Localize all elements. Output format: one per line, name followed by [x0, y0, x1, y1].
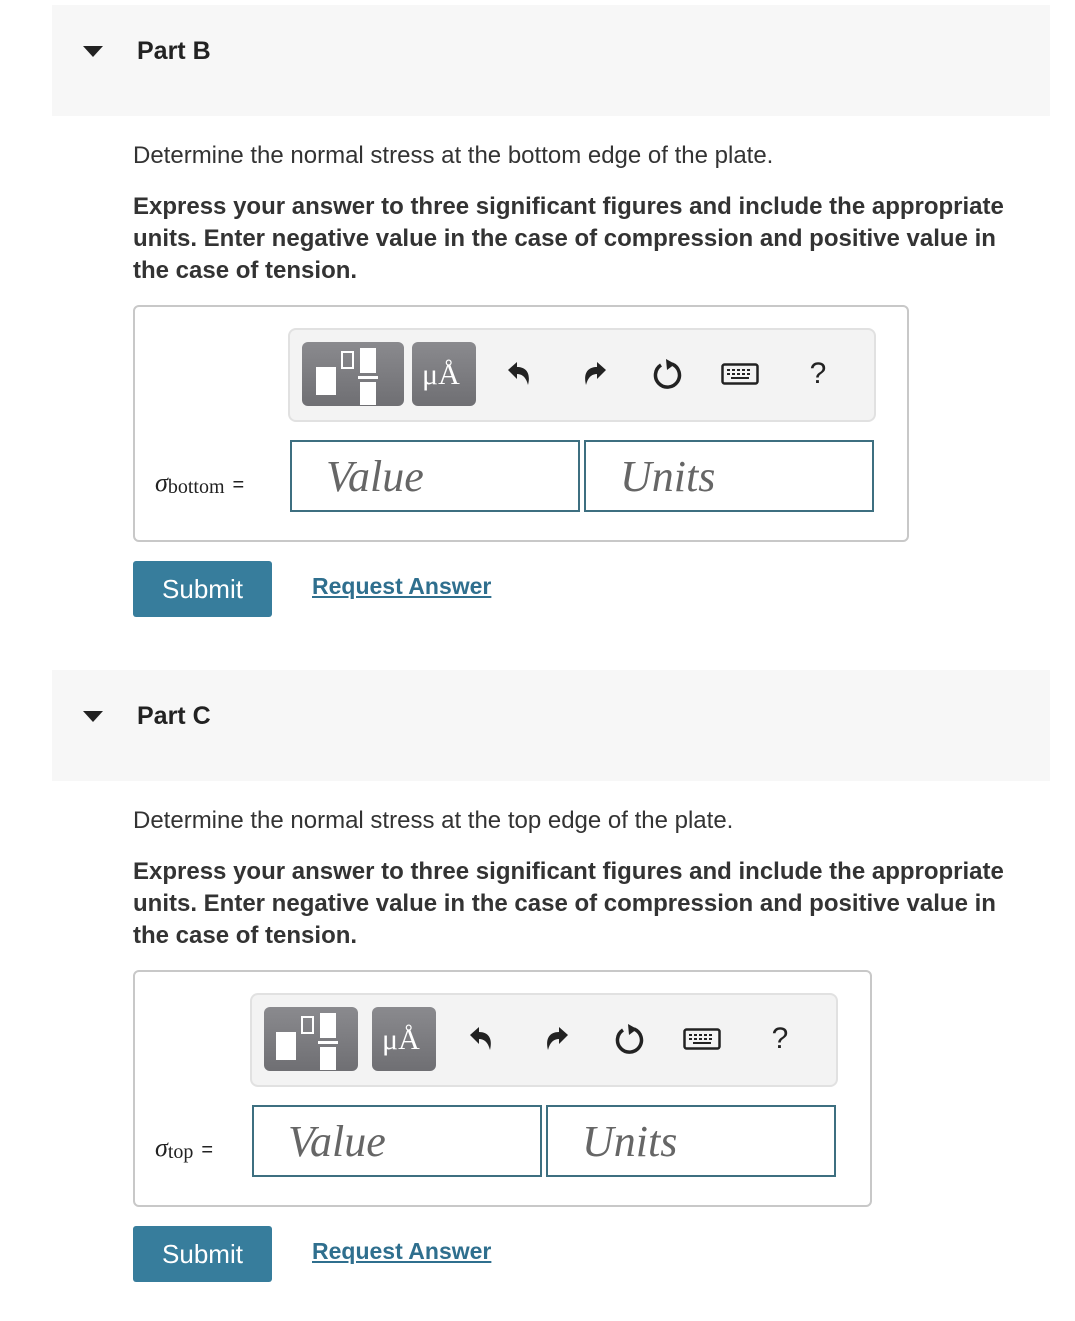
units-icon: μÅ: [382, 1023, 420, 1056]
units-button[interactable]: μÅ: [412, 342, 476, 406]
redo-button[interactable]: [573, 352, 617, 396]
part-b-prompt: Determine the normal stress at the botto…: [133, 142, 774, 169]
request-answer-link[interactable]: Request Answer: [312, 573, 491, 600]
templates-button[interactable]: [302, 342, 404, 406]
undo-button[interactable]: [497, 352, 541, 396]
undo-button[interactable]: [459, 1017, 503, 1061]
part-c-title: Part C: [137, 702, 211, 730]
templates-icon: [316, 348, 378, 405]
help-button[interactable]: ?: [796, 352, 840, 396]
part-b-instructions: Express your answer to three significant…: [133, 193, 1004, 284]
keyboard-icon: [683, 1028, 721, 1050]
part-c-instructions: Express your answer to three significant…: [133, 858, 1004, 949]
reset-icon: [653, 359, 682, 389]
math-toolbar: μÅ ?: [288, 328, 876, 422]
units-button[interactable]: μÅ: [372, 1007, 436, 1071]
help-icon: ?: [809, 357, 827, 390]
keyboard-button[interactable]: [718, 352, 762, 396]
collapse-triangle-icon[interactable]: [83, 46, 103, 57]
math-toolbar: μÅ ?: [250, 993, 838, 1087]
variable-label: σtop =: [155, 1133, 214, 1163]
value-input[interactable]: Value: [290, 440, 580, 512]
help-icon: ?: [771, 1022, 789, 1055]
units-icon: μÅ: [422, 358, 460, 391]
undo-icon: [470, 1027, 491, 1050]
submit-button[interactable]: Submit: [133, 1226, 272, 1282]
part-b-title: Part B: [137, 37, 211, 65]
request-answer-link[interactable]: Request Answer: [312, 1238, 491, 1265]
units-input[interactable]: Units: [546, 1105, 836, 1177]
part-b-answer-box: μÅ ? σbottom = Value Units: [133, 305, 909, 542]
reset-button[interactable]: [646, 352, 690, 396]
templates-button[interactable]: [264, 1007, 358, 1071]
undo-icon: [508, 362, 529, 385]
keyboard-button[interactable]: [680, 1017, 724, 1061]
keyboard-icon: [721, 363, 759, 385]
redo-button[interactable]: [535, 1017, 579, 1061]
templates-icon: [276, 1013, 338, 1070]
reset-icon: [615, 1024, 644, 1054]
value-input[interactable]: Value: [252, 1105, 542, 1177]
redo-icon: [547, 1027, 568, 1050]
part-c-prompt: Determine the normal stress at the top e…: [133, 807, 734, 834]
part-c-header[interactable]: Part C: [52, 670, 1050, 781]
part-b-header[interactable]: Part B: [52, 5, 1050, 116]
units-input[interactable]: Units: [584, 440, 874, 512]
redo-icon: [585, 362, 606, 385]
reset-button[interactable]: [608, 1017, 652, 1061]
submit-button[interactable]: Submit: [133, 561, 272, 617]
help-button[interactable]: ?: [758, 1017, 802, 1061]
collapse-triangle-icon[interactable]: [83, 711, 103, 722]
part-c-answer-box: μÅ ? σtop = Value Units: [133, 970, 872, 1207]
variable-label: σbottom =: [155, 468, 245, 498]
